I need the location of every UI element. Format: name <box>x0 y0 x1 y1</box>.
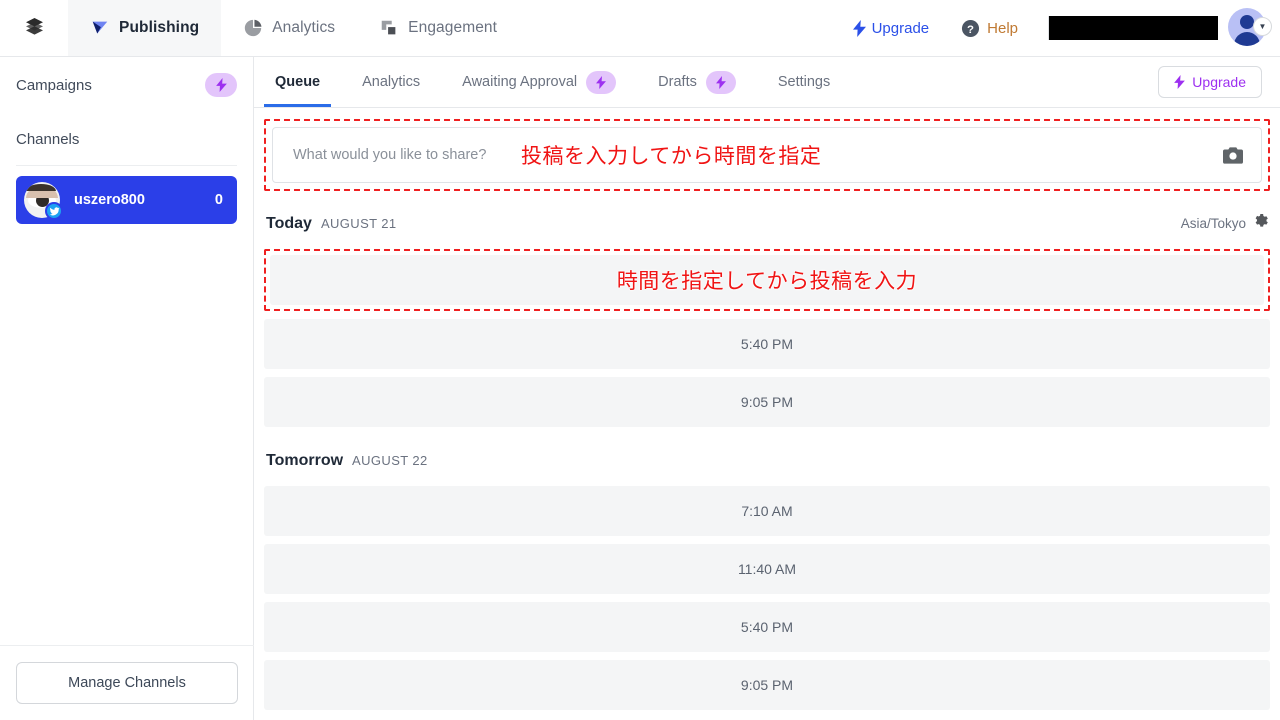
tab-queue-label: Queue <box>275 74 321 90</box>
campaigns-bolt-badge[interactable] <box>205 73 237 97</box>
day-title: Tomorrow <box>266 452 344 469</box>
composer-annotation-box: What would you like to share? 投稿を入力してから時… <box>264 119 1270 191</box>
account-avatar-button[interactable]: ▼ <box>1228 8 1272 48</box>
nav-item-analytics[interactable]: Analytics <box>221 0 357 56</box>
queue-content: What would you like to share? 投稿を入力してから時… <box>254 119 1280 710</box>
camera-icon[interactable] <box>1223 146 1243 164</box>
queue-slot[interactable]: 7:10 AM <box>264 486 1270 536</box>
day-date: AUGUST 22 <box>352 453 428 468</box>
sidebar-item-campaigns[interactable]: Campaigns <box>0 57 253 113</box>
tab-analytics[interactable]: Analytics <box>341 57 441 107</box>
sidebar-divider <box>16 165 237 166</box>
sidebar-footer: Manage Channels <box>0 645 254 720</box>
main-content: Queue Analytics Awaiting Approval Drafts… <box>254 57 1280 720</box>
bolt-icon <box>715 75 726 89</box>
tab-awaiting-approval[interactable]: Awaiting Approval <box>441 57 637 107</box>
bolt-icon <box>596 75 607 89</box>
sidebar-item-channel-uszero800[interactable]: uszero800 0 <box>16 176 237 224</box>
tab-settings-label: Settings <box>777 74 831 90</box>
queue-slot[interactable] <box>270 255 1264 305</box>
tab-bar-spacer <box>851 57 1158 107</box>
tab-queue[interactable]: Queue <box>254 57 341 107</box>
eye-brow <box>26 184 56 191</box>
help-link-label: Help <box>987 19 1018 37</box>
slot-annotation-box: 時間を指定してから投稿を入力 <box>264 249 1270 311</box>
channel-avatar <box>24 182 63 220</box>
queue-slot[interactable]: 9:05 PM <box>264 660 1270 710</box>
squares-icon <box>381 20 396 35</box>
day-title: Today <box>266 215 312 232</box>
bolt-icon <box>852 19 866 37</box>
twitter-icon <box>45 202 63 220</box>
top-navigation-bar: Publishing Analytics Engagement Upgrade … <box>0 0 1280 57</box>
tab-drafts[interactable]: Drafts <box>637 57 757 107</box>
tab-settings[interactable]: Settings <box>757 57 851 107</box>
channel-post-count: 0 <box>214 192 223 208</box>
chevron-down-icon[interactable]: ▼ <box>1253 17 1272 36</box>
day-header-tomorrow: Tomorrow AUGUST 22 <box>264 427 1270 478</box>
svg-text:?: ? <box>967 23 974 35</box>
gear-icon[interactable] <box>1253 213 1268 228</box>
app-menu-button[interactable] <box>0 0 68 56</box>
tab-drafts-label: Drafts <box>658 74 697 90</box>
sidebar: Campaigns Channels uszero800 0 Manage Ch… <box>0 57 254 720</box>
timezone-label[interactable]: Asia/Tokyo <box>1181 216 1246 231</box>
sidebar-item-campaigns-label: Campaigns <box>16 76 92 94</box>
awaiting-approval-bolt-badge <box>586 70 617 94</box>
nav-item-publishing[interactable]: Publishing <box>68 0 222 56</box>
sidebar-section-channels: Channels <box>0 113 253 165</box>
nav-item-engagement[interactable]: Engagement <box>357 0 519 56</box>
tab-bar: Queue Analytics Awaiting Approval Drafts… <box>254 57 1280 108</box>
nav-item-analytics-label: Analytics <box>272 19 336 36</box>
queue-slot[interactable]: 5:40 PM <box>264 319 1270 369</box>
question-circle-icon: ? <box>962 19 980 37</box>
nav-item-publishing-label: Publishing <box>119 19 200 36</box>
day-header-today: Today AUGUST 21 Asia/Tokyo <box>264 191 1270 241</box>
tab-awaiting-approval-label: Awaiting Approval <box>462 74 578 90</box>
bolt-icon <box>1174 75 1186 89</box>
bolt-icon <box>215 78 227 92</box>
upgrade-link-label: Upgrade <box>871 19 930 37</box>
account-name-redacted <box>1048 16 1218 40</box>
topbar-right-group: Upgrade ? Help ▼ <box>837 0 1280 56</box>
flag-icon <box>92 21 108 34</box>
layers-icon <box>25 18 43 35</box>
manage-channels-button[interactable]: Manage Channels <box>16 662 238 704</box>
queue-slot[interactable]: 11:40 AM <box>264 544 1270 594</box>
help-link[interactable]: ? Help <box>945 19 1034 38</box>
tab-analytics-label: Analytics <box>362 74 421 90</box>
twitter-bird-icon <box>49 206 60 215</box>
composer[interactable]: What would you like to share? <box>272 127 1262 183</box>
nav-item-engagement-label: Engagement <box>408 19 498 36</box>
queue-slot[interactable]: 9:05 PM <box>264 377 1270 427</box>
avatar-head <box>1240 15 1254 29</box>
pie-chart-icon <box>245 19 262 37</box>
day-date: AUGUST 21 <box>320 216 397 231</box>
drafts-bolt-badge <box>705 70 736 94</box>
queue-slot[interactable]: 5:40 PM <box>264 602 1270 652</box>
upgrade-button-label: Upgrade <box>1192 74 1246 90</box>
upgrade-link[interactable]: Upgrade <box>837 19 946 37</box>
upgrade-button[interactable]: Upgrade <box>1158 66 1262 98</box>
composer-placeholder: What would you like to share? <box>293 147 487 163</box>
sidebar-section-channels-label: Channels <box>16 130 80 148</box>
channel-name: uszero800 <box>74 192 145 208</box>
